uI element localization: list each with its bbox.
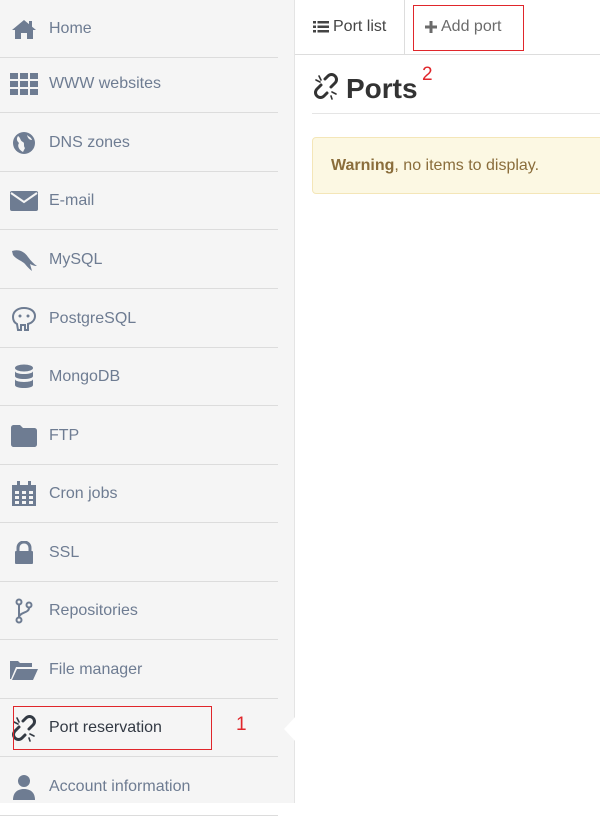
sidebar-item-label: Repositories bbox=[49, 601, 138, 619]
sidebar: Home WWW websites DNS zones E-mail MySQL bbox=[0, 0, 295, 816]
warning-alert: Warning, no items to display. bbox=[312, 137, 600, 194]
sidebar-item-label: DNS zones bbox=[49, 133, 130, 151]
dolphin-icon bbox=[10, 246, 38, 274]
tab-port-list[interactable]: Port list bbox=[295, 0, 405, 54]
title-divider bbox=[312, 113, 600, 114]
lock-icon bbox=[10, 539, 38, 567]
sidebar-item-account-information[interactable]: Account information bbox=[0, 758, 278, 816]
grid-icon bbox=[10, 70, 38, 98]
sidebar-item-file-manager[interactable]: File manager bbox=[0, 641, 278, 699]
sidebar-item-label: PostgreSQL bbox=[49, 309, 137, 327]
annotation-box-2 bbox=[413, 5, 524, 51]
envelope-icon bbox=[10, 187, 38, 215]
alert-strong-text: Warning bbox=[331, 156, 395, 174]
sidebar-item-label: Cron jobs bbox=[49, 484, 118, 502]
user-icon bbox=[10, 773, 38, 801]
calendar-icon bbox=[10, 480, 38, 508]
page-title-text: Ports bbox=[346, 72, 418, 104]
page-title: Ports bbox=[312, 72, 418, 105]
globe-icon bbox=[10, 129, 38, 157]
elephant-icon bbox=[10, 305, 38, 333]
annotation-number-2: 2 bbox=[422, 64, 433, 85]
sidebar-item-label: MySQL bbox=[49, 250, 103, 268]
sidebar-item-label: FTP bbox=[49, 426, 80, 444]
list-icon bbox=[313, 20, 329, 34]
sidebar-item-dns-zones[interactable]: DNS zones bbox=[0, 114, 278, 172]
active-item-pointer bbox=[284, 716, 296, 742]
annotation-number-1: 1 bbox=[236, 714, 247, 735]
sidebar-item-www-websites[interactable]: WWW websites bbox=[0, 55, 278, 113]
sidebar-item-mysql[interactable]: MySQL bbox=[0, 231, 278, 289]
sidebar-item-ssl[interactable]: SSL bbox=[0, 524, 278, 582]
annotation-box-1 bbox=[13, 706, 212, 750]
sidebar-item-label: WWW websites bbox=[49, 74, 161, 92]
folder-icon bbox=[10, 422, 38, 450]
sidebar-item-home[interactable]: Home bbox=[0, 0, 278, 58]
alert-text: , no items to display. bbox=[394, 156, 540, 174]
sidebar-item-label: E-mail bbox=[49, 191, 95, 209]
sidebar-item-mongodb[interactable]: MongoDB bbox=[0, 348, 278, 406]
sidebar-item-label: Account information bbox=[49, 777, 191, 795]
sidebar-item-label: File manager bbox=[49, 660, 143, 678]
folder-open-icon bbox=[10, 656, 38, 684]
database-icon bbox=[10, 363, 38, 391]
sidebar-item-ftp[interactable]: FTP bbox=[0, 407, 278, 465]
sidebar-item-repositories[interactable]: Repositories bbox=[0, 582, 278, 640]
branch-icon bbox=[10, 597, 38, 625]
home-icon bbox=[10, 15, 38, 43]
broken-link-icon bbox=[312, 72, 340, 105]
sidebar-item-email[interactable]: E-mail bbox=[0, 172, 278, 230]
sidebar-item-label: Home bbox=[49, 19, 92, 37]
sidebar-item-label: MongoDB bbox=[49, 367, 121, 385]
sidebar-item-cron-jobs[interactable]: Cron jobs bbox=[0, 465, 278, 523]
tab-label: Port list bbox=[333, 18, 387, 35]
sidebar-item-label: SSL bbox=[49, 543, 80, 561]
sidebar-item-postgresql[interactable]: PostgreSQL bbox=[0, 290, 278, 348]
